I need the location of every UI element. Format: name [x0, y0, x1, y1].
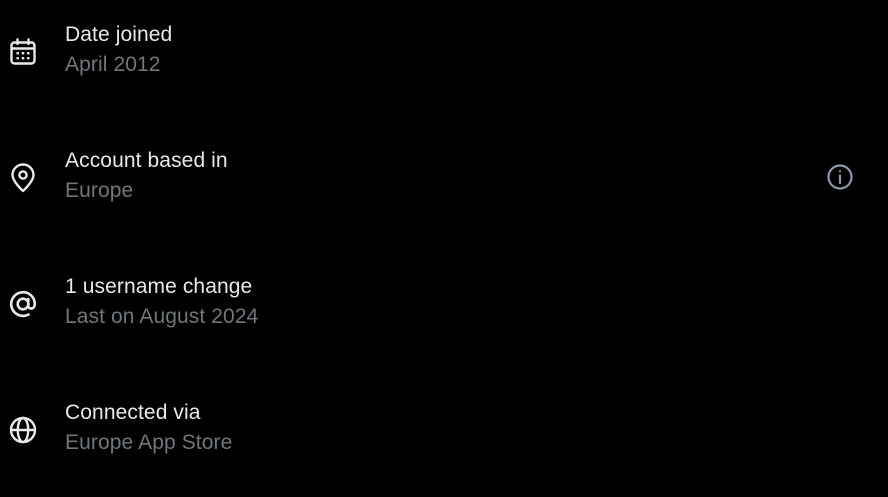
info-row-connected-via: Connected via Europe App Store: [0, 392, 888, 472]
row-text: 1 username change Last on August 2024: [65, 272, 258, 332]
row-subtitle: Europe: [65, 179, 134, 202]
info-row-username-change: 1 username change Last on August 2024: [0, 266, 888, 346]
row-text: Date joined April 2012: [65, 20, 172, 80]
calendar-icon: [7, 36, 39, 68]
row-title: Account based in: [65, 149, 228, 172]
at-sign-icon: [7, 288, 39, 320]
row-text: Connected via Europe App Store: [65, 398, 232, 458]
account-info-list: Date joined April 2012 Account based in …: [0, 0, 888, 497]
row-title: Date joined: [65, 23, 173, 46]
info-row-account-based-in: Account based in Europe: [0, 140, 888, 220]
info-icon[interactable]: [823, 160, 857, 194]
row-title: Connected via: [65, 401, 201, 424]
row-subtitle: Last on August 2024: [65, 305, 259, 328]
info-row-date-joined: Date joined April 2012: [0, 14, 888, 94]
location-pin-icon: [7, 162, 39, 194]
row-text: Account based in Europe: [65, 146, 228, 206]
globe-icon: [7, 414, 39, 446]
row-subtitle: April 2012: [65, 53, 161, 76]
row-subtitle: Europe App Store: [65, 431, 233, 454]
row-title: 1 username change: [65, 275, 253, 298]
